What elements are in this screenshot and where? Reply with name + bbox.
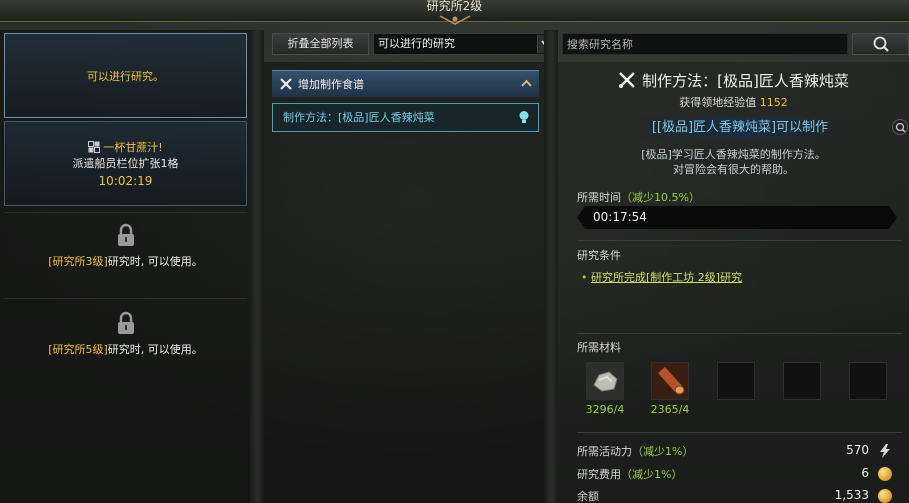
cost-reduce: （减少1%） — [621, 468, 683, 481]
description-line: 对冒险会有很大的帮助。 — [673, 163, 794, 176]
ore-icon — [587, 363, 623, 399]
unlock-text: [[极品]匠人香辣炖菜]可以制作 — [640, 117, 840, 139]
research-filter-select[interactable]: 可以进行的研究 — [373, 33, 557, 55]
title-ornament-icon — [439, 15, 471, 25]
panel-divider — [250, 30, 264, 503]
material-count: 2365/4 — [650, 403, 690, 416]
research-slot-available[interactable]: 可以进行研究。 — [4, 33, 247, 118]
condition-title: 研究条件 — [577, 249, 621, 262]
section-divider — [577, 240, 902, 241]
list-item[interactable]: 制作方法：[极品]匠人香辣炖菜 — [272, 103, 539, 132]
research-slot-locked-3: [研究所3级]研究时, 可以使用。 — [4, 212, 247, 294]
energy-label: 所需活动力 — [577, 445, 632, 458]
cost-value: 6 — [861, 466, 869, 480]
section-divider — [577, 333, 902, 334]
cost-row: 研究费用（减少1%） 6 — [577, 466, 902, 484]
slot-research-title: 一杯甘蔗汁! — [103, 141, 163, 154]
exp-value: 1152 — [759, 96, 788, 109]
slot-lock-requirement: [研究所5级] — [48, 343, 108, 356]
coin-icon — [878, 467, 892, 481]
condition-link[interactable]: 研究所完成[制作工坊 2级]研究 — [591, 271, 742, 284]
energy-reduce: （减少1%） — [632, 445, 694, 458]
category-label: 增加制作食谱 — [298, 78, 364, 91]
detail-title-text: 制作方法：[极品]匠人香辣炖菜 — [642, 72, 849, 90]
coin-icon — [878, 489, 892, 503]
lock-icon — [117, 223, 134, 246]
slot-research-desc: 派遣船员栏位扩张1格 — [72, 157, 179, 170]
time-reduce: （减少10.5%） — [621, 191, 700, 204]
material-slot-empty — [717, 362, 755, 400]
lock-icon — [117, 311, 134, 334]
search-icon — [873, 36, 889, 52]
left-slot-panel: 可以进行研究。 一杯甘蔗汁! 派遣船员栏位扩张1格 10:02:19 [研究所3… — [0, 30, 250, 503]
description-line: [极品]学习匠人香辣炖菜的制作方法。 — [641, 148, 826, 161]
cost-label: 研究费用 — [577, 468, 621, 481]
grid-icon — [88, 141, 101, 153]
research-slot-locked-5: [研究所5级]研究时, 可以使用。 — [4, 298, 247, 383]
collapse-all-button[interactable]: 折叠全部列表 — [272, 33, 369, 55]
exp-reward: 获得领地经验值 1152 — [558, 94, 909, 110]
detail-title: 制作方法：[极品]匠人香辣炖菜 — [558, 70, 909, 92]
energy-row: 所需活动力（减少1%） 570 — [577, 443, 902, 461]
condition-item: • 研究所完成[制作工坊 2级]研究 — [581, 271, 743, 284]
material-count: 3296/4 — [585, 403, 625, 416]
crafting-tools-icon — [619, 72, 635, 88]
material-slot-empty — [849, 362, 887, 400]
section-divider — [577, 432, 902, 433]
material-slot[interactable] — [651, 362, 689, 400]
lightbulb-icon — [519, 111, 529, 123]
material-slot-empty — [783, 362, 821, 400]
slot-research-timer: 10:02:19 — [98, 174, 153, 188]
panel-divider — [544, 30, 558, 503]
timber-icon — [652, 363, 688, 399]
crafting-tools-icon — [280, 78, 292, 90]
slot-available-text: 可以进行研究。 — [87, 69, 164, 83]
balance-row: 余额 1,533 — [577, 488, 902, 503]
slot-lock-text: 研究时, 可以使用。 — [107, 255, 203, 268]
window-title: 研究所2级 — [426, 0, 483, 13]
balance-label: 余额 — [577, 490, 599, 503]
time-required-value: 00:17:54 — [577, 206, 897, 229]
list-item-label: 制作方法：[极品]匠人香辣炖菜 — [283, 111, 435, 124]
time-label-text: 所需时间 — [577, 191, 621, 204]
time-required-label: 所需时间（减少10.5%） — [577, 189, 700, 205]
category-header[interactable]: 增加制作食谱 — [272, 70, 539, 97]
slot-lock-text: 研究时, 可以使用。 — [107, 343, 203, 356]
material-slot[interactable] — [586, 362, 624, 400]
detail-description: [极品]学习匠人香辣炖菜的制作方法。 对冒险会有很大的帮助。 — [558, 147, 909, 177]
slot-lock-requirement: [研究所3级] — [48, 255, 108, 268]
research-search-input[interactable] — [562, 33, 848, 55]
magnify-icon[interactable] — [892, 119, 908, 135]
exp-label: 获得领地经验值 — [679, 96, 757, 109]
balance-value: 1,533 — [834, 488, 869, 502]
research-slot-active[interactable]: 一杯甘蔗汁! 派遣船员栏位扩张1格 10:02:19 — [4, 121, 247, 206]
materials-title: 所需材料 — [577, 341, 621, 354]
search-button[interactable] — [852, 33, 909, 55]
filter-selected-value: 可以进行的研究 — [378, 37, 455, 50]
chevron-up-icon[interactable] — [521, 79, 532, 87]
energy-icon — [880, 444, 890, 458]
energy-value: 570 — [846, 443, 869, 457]
